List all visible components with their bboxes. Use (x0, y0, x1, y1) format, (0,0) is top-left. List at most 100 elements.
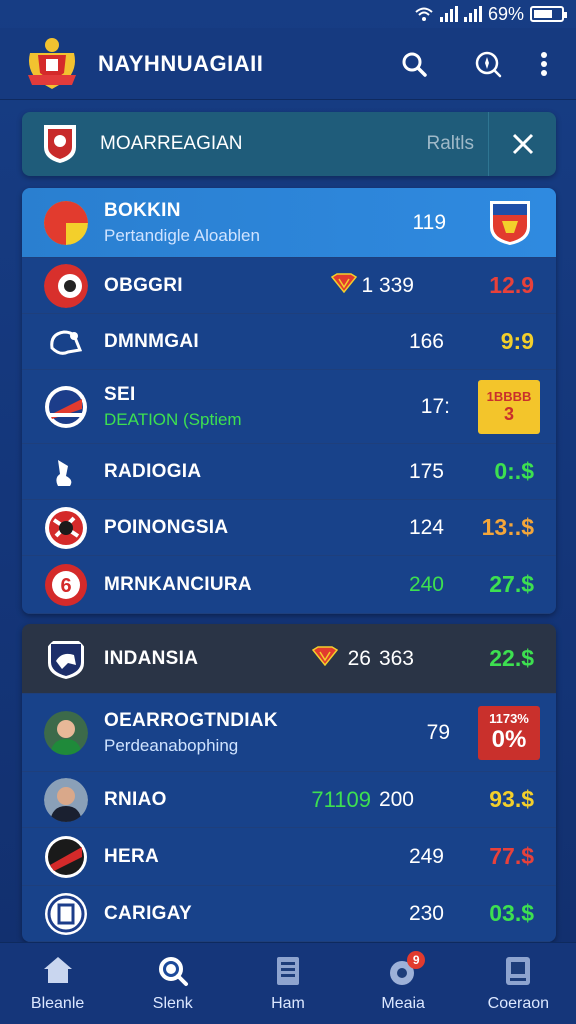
row-texts: POINONGSIA (104, 517, 354, 539)
list-item[interactable]: SEI DEATION (Sptiem 17: 1BBBB 3 (22, 370, 556, 444)
list-item[interactable]: CARIGAY 230 03.$ (22, 886, 556, 942)
crest-logo (24, 35, 80, 93)
flag-badge-icon (44, 200, 88, 245)
score-tile: 1173% 0% (478, 705, 540, 760)
list-item[interactable]: HERA 249 77.$ (22, 828, 556, 886)
row-count: 363 (378, 646, 414, 670)
row-count: 119 (412, 210, 446, 234)
team-shield-icon (488, 199, 532, 247)
rank-diamond-icon (311, 646, 338, 671)
list-item[interactable]: 6 MRNKANCIURA 240 27.$ (22, 556, 556, 614)
more-menu-button[interactable] (532, 44, 556, 84)
tab-label: Ham (271, 994, 305, 1012)
row-count: 79 (426, 720, 450, 744)
score-tile-line2: 0% (491, 726, 527, 753)
row-count: 249 (408, 844, 444, 868)
tab-label: Meaia (381, 994, 425, 1012)
app-title: NAYHNUAGIAII (98, 50, 264, 76)
row-count: 17: (420, 394, 450, 418)
row-texts: HERA (104, 846, 354, 868)
row-texts: OEARROGTNDIAK Perdeanabophing (104, 710, 360, 756)
row-count: 230 (408, 901, 444, 925)
explore-icon (475, 51, 502, 77)
crossed-badge-icon (44, 506, 88, 550)
row-count: 124 (408, 515, 444, 539)
list-item[interactable]: OEARROGTNDIAK Perdeanabophing 79 1173% 0% (22, 694, 556, 772)
filter-hint: Raltls (426, 133, 474, 154)
row-value: 13:.$ (481, 514, 534, 540)
row-name: MRNKANCIURA (104, 573, 252, 595)
home-icon (42, 955, 74, 987)
notification-badge: 9 (407, 950, 426, 969)
row-texts: DMNMGAI (104, 331, 354, 353)
list-item[interactable]: RADIOGIA 175 0:.$ (22, 444, 556, 500)
row-texts: MRNKANCIURA (104, 574, 354, 596)
bird-emblem-icon (44, 320, 88, 364)
signal-icon-2 (463, 6, 482, 22)
app-bar: NAYHNUAGIAII (0, 28, 576, 100)
bottom-tab-bar: Bleanle Slenk Ham 9 Meaia Coeraon (0, 942, 576, 1024)
score-tile: 1BBBB 3 (478, 379, 540, 434)
list-item[interactable]: INDANSIA 26 363 22.$ (22, 624, 556, 694)
media-icon: 9 (387, 950, 426, 987)
row-value: 77.$ (489, 843, 534, 869)
list-item[interactable]: OBGGRI 1 339 12.9 (22, 258, 556, 314)
explore-button[interactable] (468, 44, 508, 84)
status-bar: 69% (0, 0, 576, 28)
more-vertical-icon (541, 51, 547, 76)
search-button[interactable] (394, 44, 434, 84)
row-value: 93.$ (489, 786, 534, 812)
list-item[interactable]: POINONGSIA 124 13:.$ (22, 500, 556, 556)
score-tile-line2: 3 (503, 403, 514, 424)
filter-label: MOARREAGIAN (100, 133, 243, 154)
row-subtitle: Perdeanabophing (104, 735, 239, 755)
row-count: 175 (408, 459, 444, 483)
ranking-panel-primary: BOKKIN Pertandigle Aloablen 119 OBGGRI 1 339… (22, 188, 556, 614)
row-value: 12.9 (489, 272, 534, 298)
row-name: DMNMGAI (104, 330, 199, 352)
number-badge-icon: 6 (44, 563, 88, 607)
row-texts: RNIAO (104, 789, 311, 811)
row-subtitle: Pertandigle Aloablen (104, 225, 260, 245)
row-texts: BOKKIN Pertandigle Aloablen (104, 200, 356, 246)
row-count: 240 (408, 572, 444, 596)
row-value: 03.$ (489, 900, 534, 926)
tab-bleanle[interactable]: Bleanle (8, 955, 108, 1013)
profile-card-icon (503, 955, 533, 987)
eagle-shield-icon (44, 637, 88, 681)
tab-slenk[interactable]: Slenk (123, 955, 223, 1013)
row-count: 166 (408, 329, 444, 353)
row-texts: INDANSIA (104, 648, 312, 670)
row-name: CARIGAY (104, 902, 192, 924)
search-icon (402, 52, 427, 77)
list-item[interactable]: BOKKIN Pertandigle Aloablen 119 (22, 188, 556, 258)
row-extra-value: 26 (347, 646, 371, 670)
row-value: 0:.$ (494, 458, 534, 484)
row-name: OBGGRI (104, 274, 183, 296)
row-texts: SEI DEATION (Sptiem (104, 384, 360, 430)
player-avatar (44, 777, 88, 822)
signal-icon (439, 6, 458, 22)
ranking-panel-secondary: INDANSIA 26 363 22.$ OEARROGTNDIAK Perdeanabo… (22, 624, 556, 942)
shield-badge-icon (44, 385, 88, 429)
row-name: POINONGSIA (104, 516, 229, 538)
tab-coeraon[interactable]: Coeraon (468, 955, 568, 1013)
row-texts: RADIOGIA (104, 461, 354, 483)
filter-logo-icon (42, 123, 78, 165)
row-count: 200 (378, 787, 414, 811)
active-filter-card[interactable]: MOARREAGIAN Raltls (22, 112, 556, 176)
battery-percent: 69% (487, 3, 524, 24)
list-item[interactable]: RNIAO 71109 200 93.$ (22, 772, 556, 828)
row-texts: CARIGAY (104, 903, 354, 925)
tab-label: Coeraon (487, 994, 550, 1012)
search-icon (157, 955, 189, 987)
row-extra-value: 71109 (311, 786, 371, 812)
tab-ham[interactable]: Ham (238, 955, 338, 1013)
horse-emblem-icon (44, 450, 88, 494)
row-name: SEI (104, 383, 136, 405)
list-item[interactable]: DMNMGAI 166 9:9 (22, 314, 556, 370)
tab-meaia[interactable]: 9 Meaia (353, 950, 453, 1013)
close-button[interactable] (488, 112, 556, 176)
row-name: RNIAO (104, 788, 167, 810)
close-icon (512, 133, 533, 155)
